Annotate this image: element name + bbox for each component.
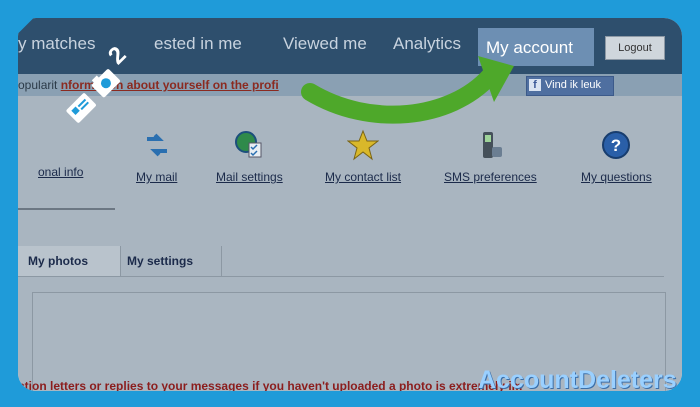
facebook-like-label: Vind ik leuk xyxy=(545,79,602,91)
photo-warning-text: ction letters or replies to your message… xyxy=(18,379,523,391)
iconnav-mail-settings[interactable]: Mail settings xyxy=(216,129,283,184)
active-section-indicator xyxy=(18,208,115,210)
facebook-icon: f xyxy=(529,79,541,91)
iconnav-label: My mail xyxy=(136,170,178,184)
iconnav-label: SMS preferences xyxy=(444,170,537,184)
nav-interested-in-me[interactable]: ested in me xyxy=(154,34,242,54)
step-badge xyxy=(66,69,120,123)
iconnav-label: My contact list xyxy=(325,170,402,184)
iconnav-my-questions[interactable]: ? My questions xyxy=(581,129,652,184)
question-icon: ? xyxy=(602,131,631,159)
tutorial-frame: y matches ested in me Viewed me Analytic… xyxy=(0,0,700,407)
logout-button[interactable]: Logout xyxy=(605,36,665,60)
pointer-arrow xyxy=(301,56,514,124)
star-icon xyxy=(346,129,380,161)
watermark-logo: AccountDeleters xyxy=(478,366,677,391)
tab-bar: My photos My settings xyxy=(18,246,664,277)
facebook-like-button[interactable]: f Vind ik leuk xyxy=(526,76,614,96)
iconnav-my-contact-list[interactable]: My contact list xyxy=(325,129,401,184)
tab-my-photos[interactable]: My photos xyxy=(18,246,121,276)
id-card-icon xyxy=(66,93,96,123)
settings-icon xyxy=(235,131,262,158)
iconnav-label: Mail settings xyxy=(216,170,283,184)
phone-icon xyxy=(483,132,503,158)
iconnav-label: My questions xyxy=(581,170,652,184)
svg-text:?: ? xyxy=(611,136,621,155)
iconnav-sms-preferences[interactable]: SMS preferences xyxy=(444,129,537,184)
tab-my-settings[interactable]: My settings xyxy=(121,246,222,276)
iconnav-label: onal info xyxy=(38,165,84,179)
